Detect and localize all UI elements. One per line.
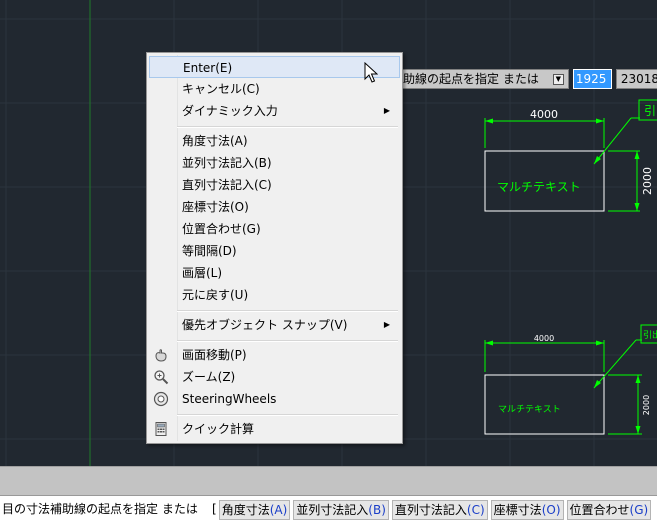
cmd-option-angular[interactable]: 角度寸法(A) [218, 500, 291, 520]
menu-item-quickcalc[interactable]: クイック計算 [149, 418, 400, 440]
menu-item-label: 優先オブジェクト スナップ(V) [182, 318, 348, 332]
steering-wheel-icon [153, 391, 169, 407]
menu-item-label: 座標寸法(O) [182, 200, 249, 214]
calculator-icon [155, 422, 167, 436]
menu-item-label: 画層(L) [182, 266, 223, 280]
command-options: [ 角度寸法(A) 並列寸法記入(B) 直列寸法記入(C) 座標寸法(O) 位置… [212, 496, 654, 523]
x-coordinate-field[interactable]: 1925 [572, 69, 612, 89]
cmd-option-align[interactable]: 位置合わせ(G) [566, 500, 652, 520]
menu-item-steeringwheels[interactable]: SteeringWheels [149, 388, 400, 410]
menu-item-angular-dimension[interactable]: 角度寸法(A) [149, 130, 400, 152]
menu-item-label: 元に戻す(U) [182, 288, 249, 302]
pan-hand-icon [155, 349, 167, 362]
menu-item-ordinate-dimension[interactable]: 座標寸法(O) [149, 196, 400, 218]
command-line[interactable]: 目の寸法補助線の起点を指定 または [ 角度寸法(A) 並列寸法記入(B) 直列… [0, 495, 657, 523]
menu-separator [177, 414, 398, 416]
drawing-group-top: 4000 2000 マルチテキスト 引 [484, 99, 657, 212]
menu-item-undo[interactable]: 元に戻す(U) [149, 284, 400, 306]
leader-text-bottom: 引出 [643, 329, 657, 341]
mouse-cursor-icon [364, 62, 378, 83]
dynamic-input-tooltip: 助線の起点を指定 または ▼ 1925 23018 [398, 69, 657, 89]
menu-item-label: 直列寸法記入(C) [182, 178, 272, 192]
menu-separator [177, 310, 398, 312]
dim-bottom-height: 2000 [642, 395, 651, 415]
down-arrow-icon[interactable]: ▼ [552, 73, 564, 85]
mtext-top: マルチテキスト [497, 180, 581, 194]
menu-item-label: SteeringWheels [182, 392, 277, 406]
dynamic-input-prompt-text: 助線の起点を指定 または [403, 72, 539, 86]
menu-item-osnap-override[interactable]: 優先オブジェクト スナップ(V) ▶ [149, 314, 400, 336]
mtext-bottom: マルチテキスト [498, 404, 561, 415]
menu-item-label: 並列寸法記入(B) [182, 156, 272, 170]
menu-item-label: キャンセル(C) [182, 82, 260, 96]
leader-text-top: 引 [644, 104, 656, 118]
menu-item-label: 等間隔(D) [182, 244, 237, 258]
dim-bottom-width: 4000 [534, 334, 554, 343]
menu-item-baseline-dimension[interactable]: 並列寸法記入(B) [149, 152, 400, 174]
submenu-arrow-icon: ▶ [383, 320, 390, 329]
cmd-option-baseline[interactable]: 並列寸法記入(B) [293, 500, 389, 520]
menu-item-pan[interactable]: 画面移動(P) [149, 344, 400, 366]
command-prompt-text: 目の寸法補助線の起点を指定 または [2, 502, 198, 516]
menu-item-align[interactable]: 位置合わせ(G) [149, 218, 400, 240]
menu-item-cancel[interactable]: キャンセル(C) [149, 78, 400, 100]
menu-item-zoom[interactable]: ズーム(Z) [149, 366, 400, 388]
menu-item-label: Enter(E) [183, 61, 233, 75]
dim-top-height: 2000 [641, 167, 654, 195]
submenu-arrow-icon: ▶ [383, 106, 390, 115]
option-bracket: [ [212, 502, 217, 516]
cmd-option-ordinate[interactable]: 座標寸法(O) [490, 500, 564, 520]
zoom-icon [154, 370, 169, 385]
menu-item-label: ズーム(Z) [182, 370, 236, 384]
cmd-option-continue[interactable]: 直列寸法記入(C) [391, 500, 488, 520]
menu-item-distribute[interactable]: 等間隔(D) [149, 240, 400, 262]
dim-top-width: 4000 [530, 108, 558, 121]
menu-item-label: 位置合わせ(G) [182, 222, 261, 236]
menu-item-label: ダイナミック入力 [182, 104, 278, 118]
menu-item-label: クイック計算 [182, 422, 255, 436]
context-menu: Enter(E) キャンセル(C) ダイナミック入力 ▶ 角度寸法(A) 並列寸… [146, 52, 403, 444]
drawing-group-bottom: 4000 2000 マルチテキスト 引出 [484, 324, 657, 435]
menu-item-dynamic-input[interactable]: ダイナミック入力 ▶ [149, 100, 400, 122]
menu-item-enter[interactable]: Enter(E) [149, 56, 400, 78]
menu-item-label: 角度寸法(A) [182, 134, 248, 148]
y-coordinate-field[interactable]: 23018 [615, 69, 657, 89]
menu-separator [177, 340, 398, 342]
dynamic-input-prompt: 助線の起点を指定 または ▼ [398, 69, 569, 89]
menu-separator [177, 126, 398, 128]
menu-item-continue-dimension[interactable]: 直列寸法記入(C) [149, 174, 400, 196]
horizontal-scroll-strip[interactable] [0, 466, 657, 496]
menu-item-layer[interactable]: 画層(L) [149, 262, 400, 284]
menu-item-label: 画面移動(P) [182, 348, 247, 362]
